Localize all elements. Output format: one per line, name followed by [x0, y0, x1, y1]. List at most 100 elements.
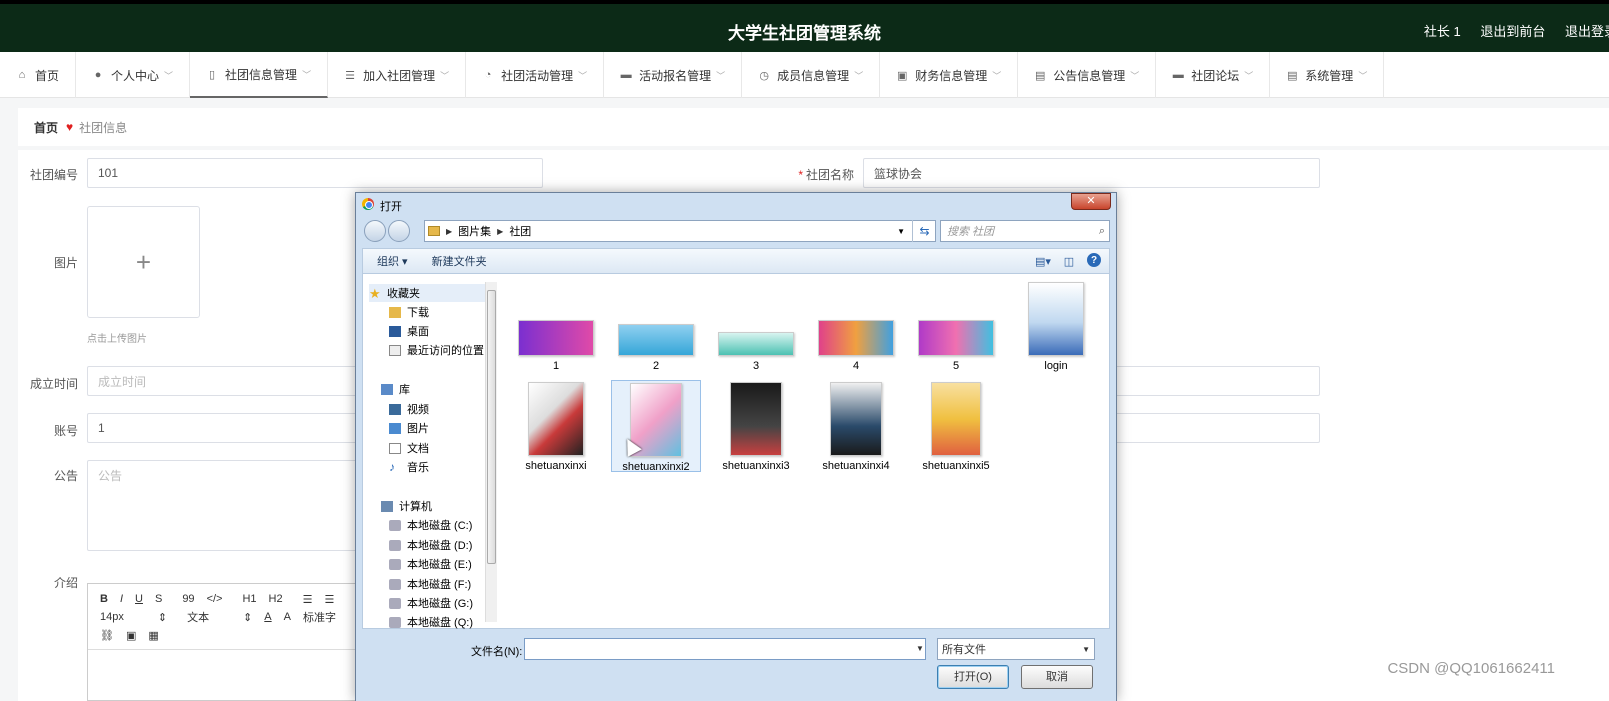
tree-item-drive-q[interactable]: 本地磁盘 (Q:)	[389, 614, 473, 630]
tree-item-drive-c[interactable]: 本地磁盘 (C:)	[389, 517, 472, 533]
tree-item-library[interactable]: 库	[381, 381, 410, 397]
path-segment-2[interactable]: 社团	[509, 223, 531, 239]
font-color-icon[interactable]: A	[264, 611, 271, 623]
ordered-list-icon[interactable]: ☰	[303, 593, 313, 606]
path-segment-1[interactable]: 图片集	[458, 223, 491, 239]
open-button[interactable]: 打开(O)	[937, 665, 1009, 689]
code-button[interactable]: </>	[207, 593, 223, 605]
cancel-button[interactable]: 取消	[1021, 665, 1093, 689]
upload-hint: 点击上传图片	[87, 334, 147, 345]
nav-club-info[interactable]: ▯ 社团信息管理 ﹀	[190, 52, 329, 98]
text-style-select[interactable]: 文本	[187, 609, 209, 625]
file-item[interactable]: shetuanxinxi5	[911, 382, 1001, 472]
thumbnail-image	[718, 332, 794, 356]
preview-pane-icon[interactable]: ◫	[1061, 253, 1077, 269]
nav-finance[interactable]: ▣ 财务信息管理 ﹀	[880, 52, 1019, 98]
font-size-select[interactable]: 14px	[100, 611, 124, 623]
nav-activity[interactable]: ◔ 社团活动管理 ﹀	[466, 52, 605, 98]
address-bar[interactable]: ▶ 图片集 ▶ 社团 ▼	[424, 220, 936, 242]
file-grid: 1 2 3 4 5 login shetuanxinxi shetuanxinx…	[501, 274, 1109, 629]
music-icon: ♪	[389, 459, 395, 474]
close-button[interactable]: ✕	[1071, 193, 1111, 210]
file-item[interactable]: 1	[511, 320, 601, 372]
file-item[interactable]: shetuanxinxi4	[811, 382, 901, 472]
nav-forum[interactable]: ▬ 社团论坛 ﹀	[1156, 52, 1271, 98]
back-button[interactable]	[364, 220, 386, 242]
main-nav: ⌂ 首页 ● 个人中心 ﹀ ▯ 社团信息管理 ﹀ ☰ 加入社团管理 ﹀ ◔ 社团活动管理 ﹀ ▬ 活…	[0, 52, 1609, 98]
scrollbar-thumb[interactable]	[487, 290, 496, 564]
file-item[interactable]: shetuanxinxi	[511, 382, 601, 472]
tree-item-pictures[interactable]: 图片	[389, 420, 429, 436]
h2-button[interactable]: H2	[269, 593, 283, 605]
file-item[interactable]: 2	[611, 324, 701, 372]
tree-item-video[interactable]: 视频	[389, 401, 429, 417]
heart-icon: ♥	[66, 120, 74, 134]
nav-home[interactable]: ⌂ 首页	[0, 52, 77, 98]
chevron-down-icon: ﹀	[164, 70, 174, 81]
club-name-input[interactable]: 篮球协会	[863, 158, 1320, 188]
tree-scrollbar[interactable]	[485, 282, 497, 622]
tree-item-drive-e[interactable]: 本地磁盘 (E:)	[389, 556, 472, 572]
logout-link[interactable]: 退出登录	[1565, 24, 1609, 39]
tree-item-music[interactable]: ♪ 音乐	[389, 459, 429, 475]
view-mode-icon[interactable]: ▤▾	[1035, 253, 1051, 269]
tree-item-downloads[interactable]: 下载	[389, 304, 429, 320]
chevron-down-icon: ﹀	[578, 70, 588, 81]
help-icon[interactable]: ?	[1087, 253, 1101, 267]
new-folder-button[interactable]: 新建文件夹	[432, 253, 487, 269]
user-label[interactable]: 社长 1	[1424, 24, 1461, 39]
refresh-icon[interactable]: ⇆	[912, 220, 936, 242]
bold-button[interactable]: B	[100, 593, 108, 605]
underline-button[interactable]: U	[135, 593, 143, 605]
normal-select[interactable]: 标准字	[303, 609, 336, 625]
nav-members[interactable]: ◷ 成员信息管理 ﹀	[742, 52, 881, 98]
notice-textarea[interactable]: 公告	[87, 460, 357, 551]
chevron-right-icon: ▶	[446, 226, 453, 236]
briefcase-icon: ▬	[620, 69, 632, 81]
tree-item-drive-d[interactable]: 本地磁盘 (D:)	[389, 537, 472, 553]
tree-item-documents[interactable]: 文档	[389, 440, 429, 456]
file-item[interactable]: shetuanxinxi3	[711, 382, 801, 472]
tree-item-computer[interactable]: 计算机	[381, 498, 432, 514]
dropdown-icon[interactable]: ▼	[897, 227, 905, 236]
bg-color-icon[interactable]: A	[284, 611, 291, 623]
chevron-down-icon: ﹀	[440, 70, 450, 81]
file-item-selected[interactable]: shetuanxinxi2	[611, 380, 701, 473]
image-upload[interactable]: +	[87, 206, 200, 318]
editor-toolbar-row-1: B I U S 99 </> H1 H2 ☰ ☰	[88, 590, 356, 608]
file-item[interactable]: 4	[811, 320, 901, 372]
dialog-bottom: 文件名(N): ▼ 所有文件 ▼ 打开(O) 取消	[356, 631, 1116, 701]
link-icon[interactable]: ⛓	[100, 629, 114, 642]
organize-menu[interactable]: 组织 ▾	[377, 253, 408, 269]
filename-input[interactable]	[524, 638, 926, 660]
forward-button[interactable]	[388, 220, 410, 242]
tree-item-drive-f[interactable]: 本地磁盘 (F:)	[389, 576, 471, 592]
tree-item-recent[interactable]: 最近访问的位置	[389, 342, 484, 358]
filename-dropdown-icon[interactable]: ▼	[916, 644, 924, 653]
nav-signup[interactable]: ▬ 活动报名管理 ﹀	[604, 52, 743, 98]
rich-text-editor[interactable]: B I U S 99 </> H1 H2 ☰ ☰ 14px ⇕ 文本 ⇕ A A…	[87, 583, 357, 701]
strike-button[interactable]: S	[155, 593, 162, 605]
search-icon[interactable]: ⌕	[1099, 225, 1105, 238]
tree-item-drive-g[interactable]: 本地磁盘 (G:)	[389, 595, 473, 611]
file-item[interactable]: 3	[711, 332, 801, 372]
video-icon[interactable]: ▦	[148, 629, 158, 642]
tree-item-desktop[interactable]: 桌面	[389, 323, 429, 339]
filetype-select[interactable]: 所有文件 ▼	[937, 638, 1095, 660]
nav-system[interactable]: ▤ 系统管理 ﹀	[1270, 52, 1385, 98]
breadcrumb-home[interactable]: 首页	[34, 119, 58, 136]
file-item[interactable]: login	[1011, 282, 1101, 372]
italic-button[interactable]: I	[120, 593, 123, 605]
quote-button[interactable]: 99	[182, 593, 194, 605]
nav-personal[interactable]: ● 个人中心 ﹀	[76, 52, 191, 98]
tree-item-favorites[interactable]: ★ 收藏夹	[369, 284, 485, 302]
nav-join[interactable]: ☰ 加入社团管理 ﹀	[328, 52, 467, 98]
club-no-input[interactable]: 101	[87, 158, 543, 188]
image-icon[interactable]: ▣	[126, 629, 136, 642]
file-item[interactable]: 5	[911, 320, 1001, 372]
search-input[interactable]: 搜索 社团 ⌕	[940, 220, 1110, 242]
bullet-list-icon[interactable]: ☰	[324, 593, 334, 606]
nav-notice[interactable]: ▤ 公告信息管理 ﹀	[1018, 52, 1157, 98]
front-link[interactable]: 退出到前台	[1480, 24, 1545, 39]
h1-button[interactable]: H1	[242, 593, 256, 605]
